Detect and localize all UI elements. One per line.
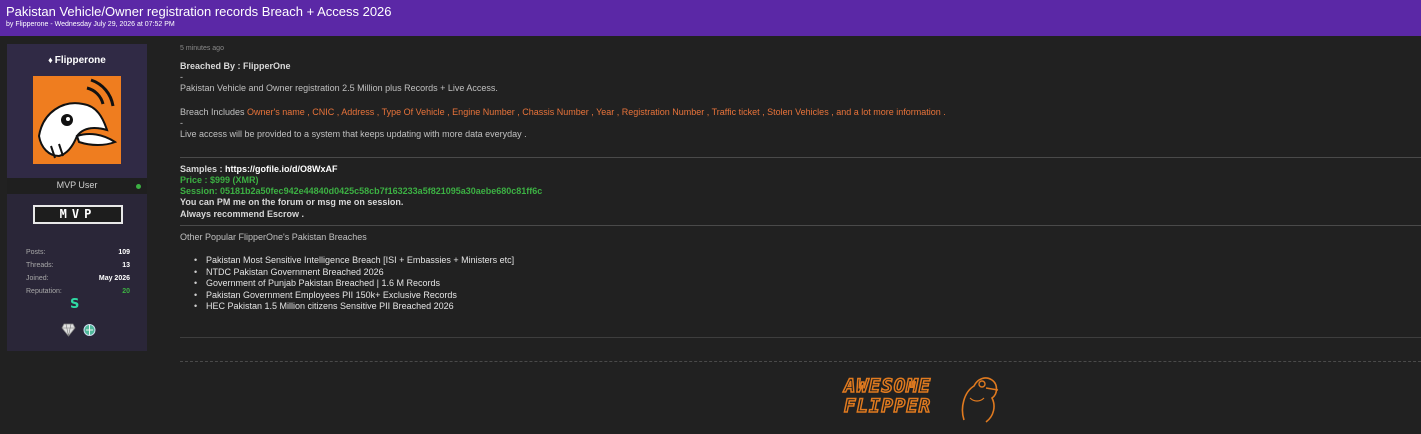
diamond-icon: ♦ xyxy=(48,55,53,65)
live-access: Live access will be provided to a system… xyxy=(180,129,527,139)
stat-label: Threads: xyxy=(26,262,54,269)
stat-threads: Threads: 13 xyxy=(26,259,130,272)
dolphin-logo-icon xyxy=(961,377,999,423)
diamond-award-icon[interactable] xyxy=(61,322,76,337)
reputation-value[interactable]: 20 xyxy=(122,285,130,298)
stat-value: May 2026 xyxy=(98,275,130,282)
username[interactable]: ♦ Flipperone xyxy=(7,55,147,66)
escrow-note: Always recommend Escrow . xyxy=(180,209,305,219)
online-status-icon xyxy=(136,184,141,189)
user-head: ♦ Flipperone xyxy=(7,44,147,178)
user-panel: ♦ Flipperone MVP User MVP Posts: 109 Threa… xyxy=(7,44,147,351)
signature-line2: FLIPPER xyxy=(843,395,932,417)
divider xyxy=(180,225,1421,226)
gem-award-icon[interactable] xyxy=(82,322,97,337)
post-time[interactable]: 5 minutes ago xyxy=(180,45,224,52)
breach-link[interactable]: HEC Pakistan 1.5 Million citizens Sensit… xyxy=(194,301,514,313)
breach-includes: Breach Includes Owner's name , CNIC , Ad… xyxy=(180,106,946,118)
divider xyxy=(180,337,1421,338)
stat-label: Joined: xyxy=(26,275,49,282)
post-intro: Pakistan Vehicle and Owner registration … xyxy=(180,83,498,93)
award-row xyxy=(61,322,101,338)
stat-value: 109 xyxy=(118,249,130,256)
contact-note: You can PM me on the forum or msg me on … xyxy=(180,197,404,207)
dolphin-avatar-icon xyxy=(33,76,121,164)
thread-meta: by Flipperone - Wednesday July 29, 2026 … xyxy=(6,21,175,28)
award-s-icon[interactable]: S xyxy=(70,297,79,312)
avatar[interactable] xyxy=(33,76,121,164)
mvp-badge: MVP xyxy=(33,205,123,224)
breach-link[interactable]: Pakistan Most Sensitive Intelligence Bre… xyxy=(194,255,514,267)
signature-divider xyxy=(180,361,1421,362)
includes-list: Owner's name , CNIC , Address , Type Of … xyxy=(247,107,946,117)
includes-prefix: Breach Includes xyxy=(180,107,248,117)
samples-label: Samples : xyxy=(180,164,226,174)
username-text: Flipperone xyxy=(54,55,106,66)
other-breaches-list: Pakistan Most Sensitive Intelligence Bre… xyxy=(194,255,514,313)
breached-by: Breached By : FlipperOne xyxy=(180,61,291,71)
user-rank-row: MVP User xyxy=(7,178,147,194)
signature-line1: AWESOME xyxy=(843,375,932,397)
samples-link[interactable]: https://gofile.io/d/O8WxAF xyxy=(225,164,338,174)
signature-logo: AWESOME FLIPPER xyxy=(843,368,1004,428)
user-rank: MVP User xyxy=(56,180,98,190)
thread-title: Pakistan Vehicle/Owner registration reco… xyxy=(6,4,392,19)
stat-label: Posts: xyxy=(26,249,46,256)
stat-label: Reputation: xyxy=(26,288,62,295)
thread-header: Pakistan Vehicle/Owner registration reco… xyxy=(0,0,1421,36)
other-breaches-heading: Other Popular FlipperOne's Pakistan Brea… xyxy=(180,232,367,242)
stat-joined: Joined: May 2026 xyxy=(26,272,130,285)
post-body: 5 minutes ago Breached By : FlipperOne -… xyxy=(170,36,1421,434)
user-stats: Posts: 109 Threads: 13 Joined: May 2026 Rep… xyxy=(26,246,130,298)
divider xyxy=(180,157,1421,158)
breach-link[interactable]: Government of Punjab Pakistan Breached |… xyxy=(194,278,514,290)
stat-posts: Posts: 109 xyxy=(26,246,130,259)
breach-link[interactable]: Pakistan Government Employees PII 150k+ … xyxy=(194,290,514,302)
breach-link[interactable]: NTDC Pakistan Government Breached 2026 xyxy=(194,267,514,279)
stat-value: 13 xyxy=(122,262,130,269)
